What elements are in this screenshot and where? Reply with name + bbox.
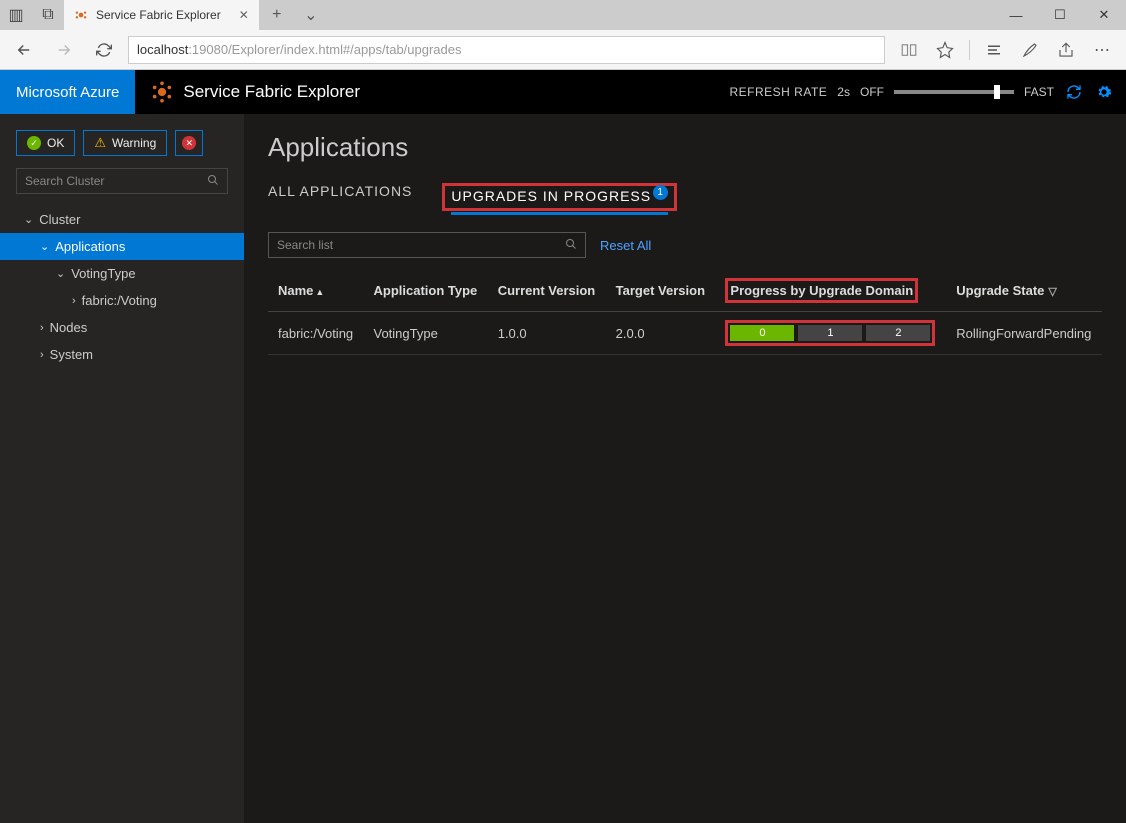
refresh-rate-value: 2s [837,85,850,99]
url-input[interactable]: localhost:19080/Explorer/index.html#/app… [128,36,885,64]
chevron-down-icon: ⌄ [24,213,33,226]
cell-current-version: 1.0.0 [488,312,606,355]
search-cluster-input[interactable]: Search Cluster [16,168,228,194]
table-row: fabric:/Voting VotingType 1.0.0 2.0.0 0 … [268,312,1102,355]
search-icon [565,238,577,253]
warning-icon: ⚠ [94,135,106,151]
url-path: :19080/Explorer/index.html#/apps/tab/upg… [188,42,461,57]
tab-preview-icon[interactable]: ⧉ [32,0,64,30]
tree-applications[interactable]: ⌄ Applications [0,233,244,260]
filter-ok-label: OK [47,136,64,150]
minimize-button[interactable]: — [994,0,1038,30]
back-button[interactable] [8,34,40,66]
new-tab-button[interactable]: + [260,6,294,24]
more-icon[interactable]: ⋯ [1086,34,1118,66]
col-current-version[interactable]: Current Version [488,270,606,312]
search-icon [207,174,219,189]
filter-error-button[interactable]: ✕ [175,130,203,156]
filter-icon[interactable]: ▽ [1048,286,1056,298]
chevron-down-icon: ⌄ [56,267,65,280]
tree-votingtype[interactable]: ⌄ VotingType [0,260,244,287]
hub-icon[interactable] [978,34,1010,66]
app-header: Microsoft Azure Service Fabric Explorer … [0,70,1126,114]
highlight-upgrades-tab: UPGRADES IN PROGRESS1 [442,183,677,211]
tree-cluster[interactable]: ⌄ Cluster [0,206,244,233]
tab-actions-icon[interactable]: ▥ [0,0,32,30]
sidebar: ✓ OK ⚠ Warning ✕ Search Cluster ⌄ Cluste… [0,114,244,823]
filter-warning-label: Warning [112,136,156,150]
maximize-button[interactable]: ☐ [1038,0,1082,30]
sf-brand: Service Fabric Explorer [135,81,376,103]
reading-view-icon[interactable] [893,34,925,66]
page-title: Applications [268,132,1102,163]
cell-progress: 0 1 2 [715,312,946,355]
col-target-version[interactable]: Target Version [606,270,716,312]
browser-titlebar: ▥ ⧉ Service Fabric Explorer ✕ + ⌄ — ☐ ✕ [0,0,1126,30]
cluster-tree: ⌄ Cluster ⌄ Applications ⌄ VotingType › … [0,206,244,368]
upgrade-domain-2: 2 [866,325,930,341]
refresh-rate-label: REFRESH RATE [730,85,828,99]
highlight-progress-cell: 0 1 2 [725,320,935,346]
close-window-button[interactable]: ✕ [1082,0,1126,30]
search-placeholder: Search Cluster [25,174,104,188]
sf-favicon-icon [74,8,88,22]
tabs: ALL APPLICATIONS UPGRADES IN PROGRESS1 [268,183,1102,212]
upgrades-badge: 1 [653,185,668,200]
applications-table: Name▲ Application Type Current Version T… [268,270,1102,355]
chevron-right-icon: › [40,322,44,334]
search-list-input[interactable]: Search list [268,232,586,258]
filter-ok-button[interactable]: ✓ OK [16,130,75,156]
tree-voting-app[interactable]: › fabric:/Voting [0,287,244,314]
notes-icon[interactable] [1014,34,1046,66]
url-host: localhost [137,42,188,57]
cell-app-type[interactable]: VotingType [364,312,488,355]
refresh-now-icon[interactable] [1064,82,1084,102]
share-icon[interactable] [1050,34,1082,66]
forward-button[interactable] [48,34,80,66]
browser-address-bar: localhost:19080/Explorer/index.html#/app… [0,30,1126,70]
browser-tab-title: Service Fabric Explorer [96,8,221,22]
favorite-icon[interactable] [929,34,961,66]
cell-target-version: 2.0.0 [606,312,716,355]
upgrade-domain-1: 1 [798,325,862,341]
ok-icon: ✓ [27,136,41,150]
slider-fast-label: FAST [1024,85,1054,99]
sf-logo-icon [151,81,173,103]
chevron-down-icon: ⌄ [40,240,49,253]
tab-upgrades-in-progress[interactable]: UPGRADES IN PROGRESS1 [451,188,668,215]
tab-chevron-icon[interactable]: ⌄ [294,5,328,25]
sort-asc-icon: ▲ [315,287,324,297]
reset-all-link[interactable]: Reset All [600,238,651,253]
error-icon: ✕ [182,136,196,150]
chevron-right-icon: › [72,295,76,307]
col-upgrade-state[interactable]: Upgrade State▽ [946,270,1102,312]
col-app-type[interactable]: Application Type [364,270,488,312]
col-progress[interactable]: Progress by Upgrade Domain [715,270,946,312]
cell-name[interactable]: fabric:/Voting [268,312,364,355]
refresh-button[interactable] [88,34,120,66]
azure-brand[interactable]: Microsoft Azure [0,70,135,114]
tab-all-applications[interactable]: ALL APPLICATIONS [268,183,412,211]
refresh-slider[interactable] [894,90,1014,94]
col-name[interactable]: Name▲ [268,270,364,312]
tree-system[interactable]: › System [0,341,244,368]
cell-upgrade-state: RollingForwardPending [946,312,1102,355]
highlight-progress-header: Progress by Upgrade Domain [725,278,918,303]
upgrade-domain-0: 0 [730,325,794,341]
search-list-placeholder: Search list [277,238,333,252]
settings-icon[interactable] [1094,82,1114,102]
browser-tab[interactable]: Service Fabric Explorer ✕ [64,0,260,30]
close-tab-icon[interactable]: ✕ [239,8,249,22]
chevron-right-icon: › [40,349,44,361]
app-title: Service Fabric Explorer [183,82,360,102]
filter-warning-button[interactable]: ⚠ Warning [83,130,167,156]
tree-nodes[interactable]: › Nodes [0,314,244,341]
slider-thumb[interactable] [994,85,1000,99]
slider-off-label: OFF [860,85,884,99]
content-area: Applications ALL APPLICATIONS UPGRADES I… [244,114,1126,823]
